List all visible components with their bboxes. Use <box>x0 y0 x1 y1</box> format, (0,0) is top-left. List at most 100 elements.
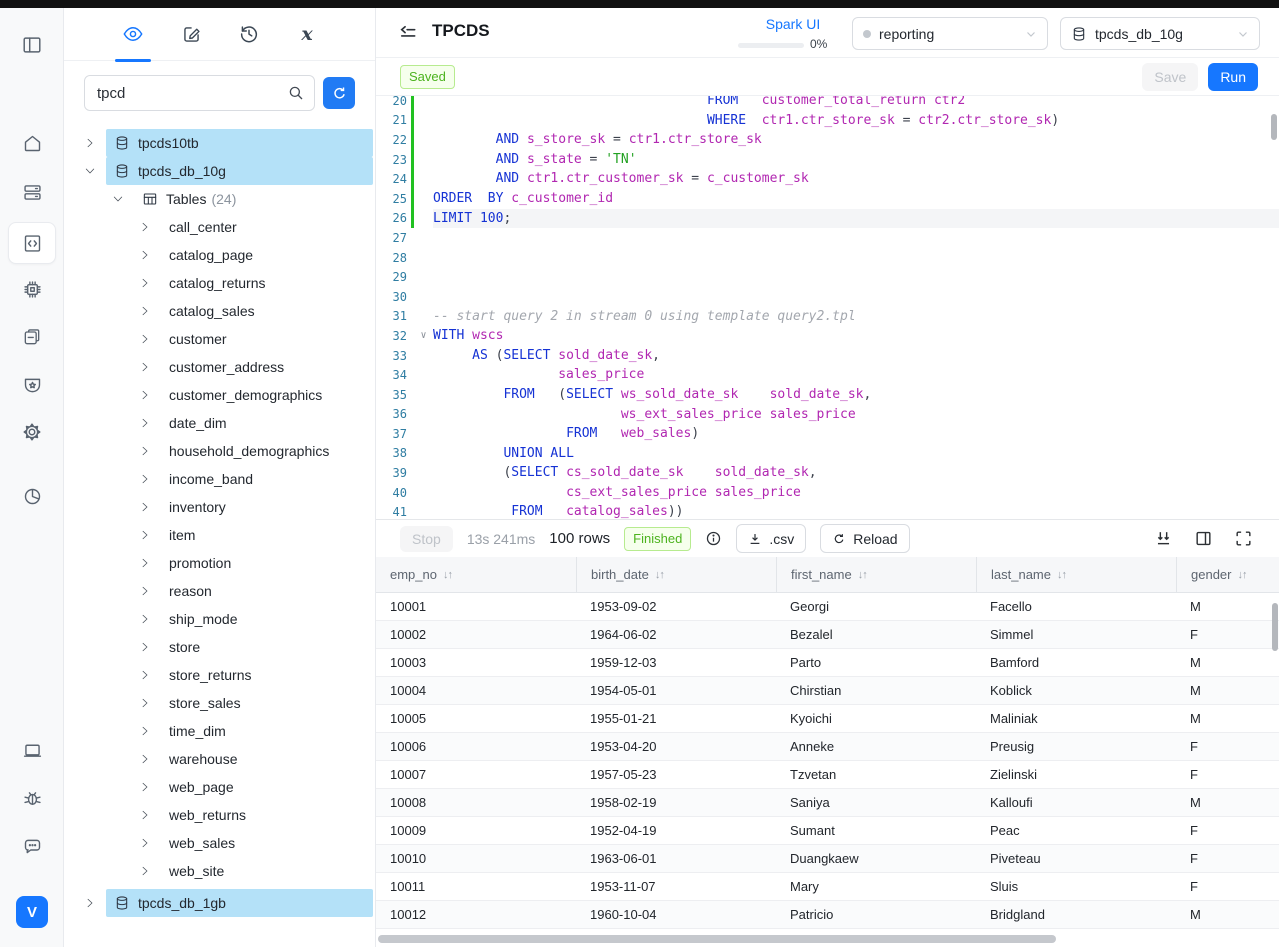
tree-item-Tables[interactable]: Tables(24) <box>64 185 375 213</box>
chevron-right-icon[interactable] <box>137 387 153 403</box>
code-line[interactable]: 30 <box>376 287 1279 307</box>
sort-icon[interactable]: ↓↑ <box>1057 569 1066 581</box>
tree-item-store[interactable]: store <box>64 633 375 661</box>
chevron-down-icon[interactable] <box>110 191 126 207</box>
code-line[interactable]: 29 <box>376 267 1279 287</box>
tree-item-income_band[interactable]: income_band <box>64 465 375 493</box>
tree-item-web_returns[interactable]: web_returns <box>64 801 375 829</box>
tree-item-catalog_sales[interactable]: catalog_sales <box>64 297 375 325</box>
rail-item-sql-editor[interactable] <box>8 222 56 264</box>
column-header-birth_date[interactable]: birth_date↓↑ <box>576 557 776 592</box>
chevron-right-icon[interactable] <box>137 611 153 627</box>
tree-item-tpcds_db_10g[interactable]: tpcds_db_10g <box>64 157 375 185</box>
save-button[interactable]: Save <box>1142 63 1198 91</box>
rail-item-feedback[interactable] <box>14 828 50 864</box>
rail-item-badge-star[interactable] <box>14 367 50 403</box>
code-line[interactable]: 23 AND s_state = 'TN' <box>376 150 1279 170</box>
chevron-right-icon[interactable] <box>137 639 153 655</box>
code-line[interactable]: 34 sales_price <box>376 365 1279 385</box>
code-line[interactable]: 25ORDER BY c_customer_id <box>376 189 1279 209</box>
code-line[interactable]: 22 AND s_store_sk = ctr1.ctr_store_sk <box>376 130 1279 150</box>
table-row[interactable]: 100031959-12-03PartoBamfordM <box>376 649 1279 677</box>
rail-item-datastores[interactable] <box>14 174 50 210</box>
table-row[interactable]: 100121960-10-04PatricioBridglandM <box>376 901 1279 929</box>
tree-item-store_returns[interactable]: store_returns <box>64 661 375 689</box>
tab-explore[interactable] <box>113 14 153 54</box>
fold-chevron-icon[interactable]: ∨ <box>414 330 433 341</box>
tree-item-inventory[interactable]: inventory <box>64 493 375 521</box>
tree-item-ship_mode[interactable]: ship_mode <box>64 605 375 633</box>
tree-item-tpcds_db_1gb[interactable]: tpcds_db_1gb <box>64 889 375 917</box>
chevron-right-icon[interactable] <box>137 667 153 683</box>
table-row[interactable]: 100091952-04-19SumantPeacF <box>376 817 1279 845</box>
rail-item-settings[interactable] <box>14 414 50 450</box>
code-line[interactable]: 39 (SELECT cs_sold_date_sk sold_date_sk, <box>376 463 1279 483</box>
chevron-right-icon[interactable] <box>137 527 153 543</box>
tree-item-customer_demographics[interactable]: customer_demographics <box>64 381 375 409</box>
chevron-right-icon[interactable] <box>137 499 153 515</box>
fullscreen-icon[interactable] <box>1234 529 1253 548</box>
chevron-right-icon[interactable] <box>137 471 153 487</box>
chevron-right-icon[interactable] <box>137 863 153 879</box>
chevron-right-icon[interactable] <box>137 415 153 431</box>
rail-item-compute[interactable] <box>14 271 50 307</box>
rail-item-panel-toggle[interactable] <box>14 27 50 63</box>
sort-icon[interactable]: ↓↑ <box>655 569 664 581</box>
sql-editor[interactable]: 20 FROM customer_total_return ctr221 WHE… <box>376 96 1279 519</box>
code-line[interactable]: 31-- start query 2 in stream 0 using tem… <box>376 307 1279 327</box>
engine-select[interactable]: reporting <box>852 17 1048 50</box>
column-header-gender[interactable]: gender↓↑ <box>1176 557 1279 592</box>
tree-item-time_dim[interactable]: time_dim <box>64 717 375 745</box>
table-row[interactable]: 100071957-05-23TzvetanZielinskiF <box>376 761 1279 789</box>
collapse-sidebar-icon[interactable] <box>396 21 420 45</box>
stop-button[interactable]: Stop <box>400 526 453 552</box>
table-row[interactable]: 100061953-04-20AnnekePreusigF <box>376 733 1279 761</box>
rail-item-documents[interactable] <box>14 319 50 355</box>
tree-item-warehouse[interactable]: warehouse <box>64 745 375 773</box>
tab-history[interactable] <box>229 14 269 54</box>
tree-item-date_dim[interactable]: date_dim <box>64 409 375 437</box>
editor-scrollbar[interactable] <box>1271 114 1277 140</box>
tree-item-household_demographics[interactable]: household_demographics <box>64 437 375 465</box>
table-row[interactable]: 100101963-06-01DuangkaewPiveteauF <box>376 845 1279 873</box>
chevron-right-icon[interactable] <box>137 751 153 767</box>
sort-icon[interactable]: ↓↑ <box>858 569 867 581</box>
chevron-right-icon[interactable] <box>137 331 153 347</box>
column-header-last_name[interactable]: last_name↓↑ <box>976 557 1176 592</box>
code-line[interactable]: 26LIMIT 100; <box>376 209 1279 229</box>
tree-item-web_site[interactable]: web_site <box>64 857 375 885</box>
tree-item-catalog_page[interactable]: catalog_page <box>64 241 375 269</box>
code-line[interactable]: 24 AND ctr1.ctr_customer_sk = c_customer… <box>376 169 1279 189</box>
code-line[interactable]: 35 FROM (SELECT ws_sold_date_sk sold_dat… <box>376 385 1279 405</box>
chevron-right-icon[interactable] <box>137 247 153 263</box>
chevron-right-icon[interactable] <box>137 443 153 459</box>
tree-item-customer[interactable]: customer <box>64 325 375 353</box>
table-row[interactable]: 100111953-11-07MarySluisF <box>376 873 1279 901</box>
code-line[interactable]: 40 cs_ext_sales_price sales_price <box>376 483 1279 503</box>
chevron-right-icon[interactable] <box>137 723 153 739</box>
tree-item-store_sales[interactable]: store_sales <box>64 689 375 717</box>
info-icon[interactable] <box>705 530 722 547</box>
chevron-right-icon[interactable] <box>82 895 98 911</box>
tree-item-promotion[interactable]: promotion <box>64 549 375 577</box>
code-line[interactable]: 27 <box>376 228 1279 248</box>
chevron-right-icon[interactable] <box>137 555 153 571</box>
tree-item-web_sales[interactable]: web_sales <box>64 829 375 857</box>
tree-item-customer_address[interactable]: customer_address <box>64 353 375 381</box>
tree-item-reason[interactable]: reason <box>64 577 375 605</box>
code-line[interactable]: 41 FROM catalog_sales)) <box>376 502 1279 519</box>
chevron-down-icon[interactable] <box>82 163 98 179</box>
tree-item-call_center[interactable]: call_center <box>64 213 375 241</box>
code-line[interactable]: 32∨WITH wscs <box>376 326 1279 346</box>
code-line[interactable]: 28 <box>376 248 1279 268</box>
download-csv-button[interactable]: .csv <box>736 524 806 553</box>
code-line[interactable]: 20 FROM customer_total_return ctr2 <box>376 96 1279 111</box>
table-vertical-scrollbar[interactable] <box>1272 603 1278 651</box>
chevron-right-icon[interactable] <box>137 303 153 319</box>
refresh-tree-button[interactable] <box>323 77 355 109</box>
column-header-first_name[interactable]: first_name↓↑ <box>776 557 976 592</box>
tree-item-item[interactable]: item <box>64 521 375 549</box>
code-line[interactable]: 21 WHERE ctr1.ctr_store_sk = ctr2.ctr_st… <box>376 111 1279 131</box>
tab-compose[interactable] <box>171 14 211 54</box>
tree-item-web_page[interactable]: web_page <box>64 773 375 801</box>
